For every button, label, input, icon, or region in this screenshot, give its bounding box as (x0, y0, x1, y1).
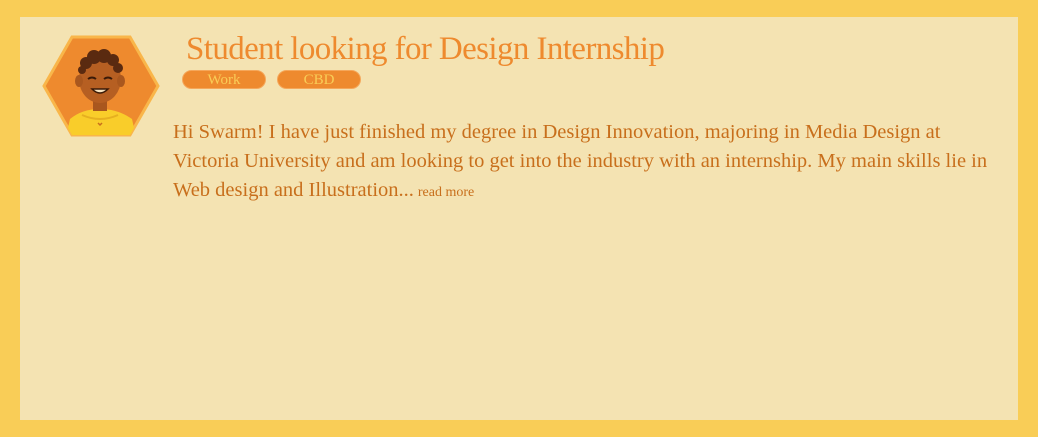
read-more-link[interactable]: read more (418, 185, 474, 200)
tag-work[interactable]: Work (182, 70, 266, 89)
post-title: Student looking for Design Internship (186, 31, 665, 67)
post-card[interactable]: Student looking for Design Internship Wo… (20, 17, 1018, 420)
post-description-text: Hi Swarm! I have just finished my degree… (173, 121, 988, 201)
student-avatar-icon (42, 35, 160, 137)
tag-list: Work CBD (182, 70, 361, 89)
tag-cbd[interactable]: CBD (277, 70, 361, 89)
post-description: Hi Swarm! I have just finished my degree… (173, 118, 1003, 207)
